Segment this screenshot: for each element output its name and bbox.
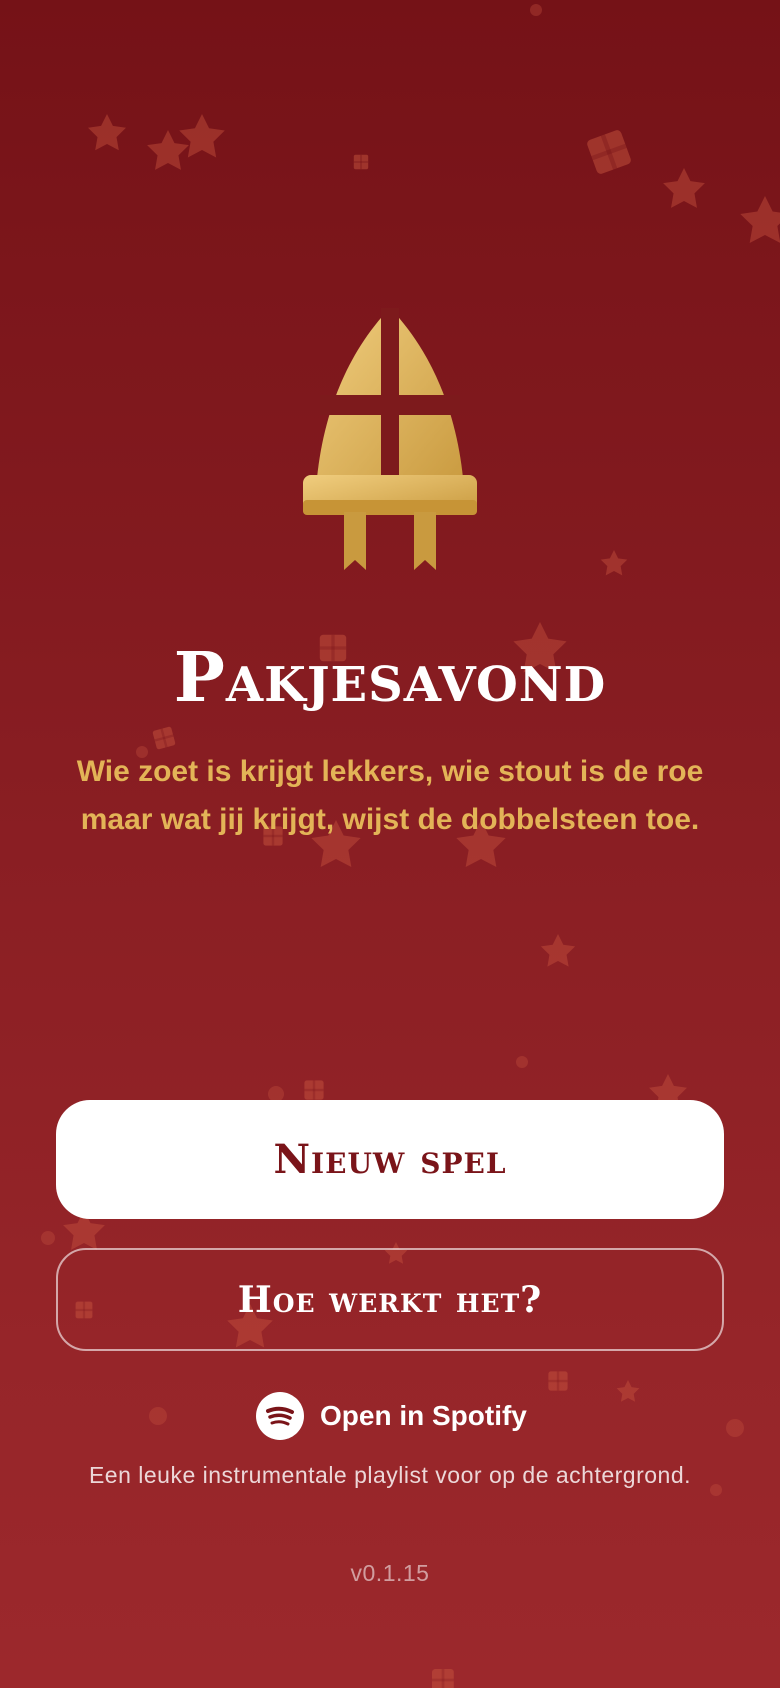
- star-icon: [179, 114, 225, 158]
- app-title: Pakjesavond: [173, 638, 607, 718]
- gift-icon: [585, 128, 633, 176]
- version-label: v0.1.15: [350, 1560, 430, 1586]
- star-icon: [147, 130, 189, 170]
- mitre-icon: [303, 308, 477, 570]
- new-game-button[interactable]: Nieuw spel: [56, 1100, 724, 1219]
- playlist-description: Een leuke instrumentale playlist voor op…: [88, 1462, 692, 1488]
- open-in-spotify-link[interactable]: Open in Spotify: [256, 1391, 527, 1441]
- gift-icon: [304, 1080, 324, 1100]
- gift-icon: [353, 154, 369, 170]
- gift-icon: [548, 1371, 568, 1391]
- star-icon: [540, 934, 576, 967]
- star-icon: [88, 114, 126, 151]
- gift-icon: [432, 1669, 454, 1688]
- spotify-icon: [256, 1392, 304, 1440]
- gift-icon: [152, 726, 176, 750]
- tagline: Wie zoet is krijgt lekkers, wie stout is…: [76, 755, 704, 836]
- star-icon: [616, 1380, 640, 1402]
- star-icon: [740, 196, 780, 244]
- how-it-works-button[interactable]: Hoe werkt het?: [56, 1248, 724, 1351]
- star-icon: [600, 550, 628, 576]
- star-icon: [663, 168, 705, 208]
- spotify-label: Open in Spotify: [320, 1400, 527, 1431]
